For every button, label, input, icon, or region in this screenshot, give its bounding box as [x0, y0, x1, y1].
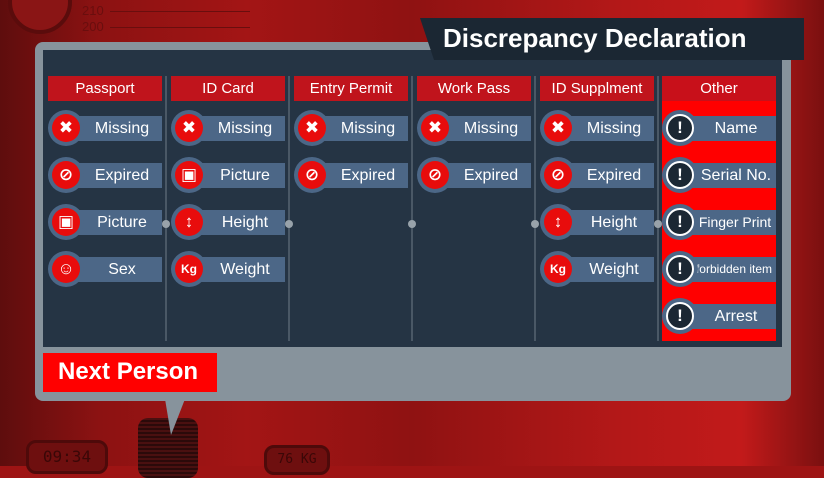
exclamation-icon: !	[662, 204, 698, 240]
prohibited-icon: ⊘	[48, 157, 84, 193]
declare-expired-button[interactable]: Expired ⊘	[540, 157, 654, 193]
portrait-icon: ▣	[171, 157, 207, 193]
column-header: Passport	[48, 76, 162, 101]
next-person-button[interactable]: Next Person	[43, 353, 217, 392]
x-icon: ✖	[294, 110, 330, 146]
declare-picture-button[interactable]: Picture ▣	[171, 157, 285, 193]
column-header: ID Supplment	[540, 76, 654, 101]
declare-picture-button[interactable]: Picture ▣	[48, 204, 162, 240]
declare-height-button[interactable]: Height ↕	[540, 204, 654, 240]
discrepancy-grid: Passport Missing ✖ Expired ⊘ Picture ▣ Sex ☺ ID C…	[43, 50, 782, 347]
divider-knob	[531, 220, 539, 228]
weight-icon: Kg	[171, 251, 207, 287]
column-header: Entry Permit	[294, 76, 408, 101]
x-icon: ✖	[171, 110, 207, 146]
column-work-pass: Work Pass Missing ✖ Expired ⊘	[417, 76, 531, 341]
declare-finger-print-button[interactable]: Finger Print!	[662, 204, 776, 240]
column-header: Other	[662, 76, 776, 101]
declare-missing-button[interactable]: Missing ✖	[48, 110, 162, 146]
declaration-panel: Passport Missing ✖ Expired ⊘ Picture ▣ Sex ☺ ID C…	[35, 42, 791, 401]
divider-knob	[654, 220, 662, 228]
declare-missing-button[interactable]: Missing ✖	[294, 110, 408, 146]
exclamation-icon: !	[662, 157, 698, 193]
x-icon: ✖	[48, 110, 84, 146]
weight-icon: Kg	[540, 251, 576, 287]
column-divider	[408, 76, 416, 341]
declare-arrest-button[interactable]: Arrest!	[662, 298, 776, 334]
prohibited-icon: ⊘	[417, 157, 453, 193]
declare-missing-button[interactable]: Missing ✖	[540, 110, 654, 146]
declare-expired-button[interactable]: Expired ⊘	[294, 157, 408, 193]
column-divider	[654, 76, 662, 341]
portrait-icon: ▣	[48, 204, 84, 240]
declare-weight-button[interactable]: Weight Kg	[540, 251, 654, 287]
column-divider	[531, 76, 539, 341]
exclamation-icon: !	[662, 298, 698, 334]
declare-missing-button[interactable]: Missing ✖	[171, 110, 285, 146]
declare-height-button[interactable]: Height ↕	[171, 204, 285, 240]
speech-tail	[165, 399, 185, 435]
column-header: ID Card	[171, 76, 285, 101]
person-icon: ☺	[48, 251, 84, 287]
panel-title: Discrepancy Declaration	[420, 18, 804, 60]
divider-knob	[162, 220, 170, 228]
column-entry-permit: Entry Permit Missing ✖ Expired ⊘	[294, 76, 408, 341]
declare-expired-button[interactable]: Expired ⊘	[48, 157, 162, 193]
height-ruler-mark: 210	[82, 3, 250, 18]
column-id-card: ID Card Missing ✖ Picture ▣ Height ↕ Weight Kg	[171, 76, 285, 341]
column-other: Other Name! Serial No.! Finger Print! forbid…	[662, 76, 776, 341]
declare-expired-button[interactable]: Expired ⊘	[417, 157, 531, 193]
clock-display: 09:34	[26, 440, 108, 474]
scale-display: 76 KG	[264, 445, 330, 475]
column-header: Work Pass	[417, 76, 531, 101]
divider-knob	[408, 220, 416, 228]
exclamation-icon: !	[662, 110, 698, 146]
column-id-supplment: ID Supplment Missing ✖ Expired ⊘ Height ↕ Weigh…	[540, 76, 654, 341]
x-icon: ✖	[417, 110, 453, 146]
prohibited-icon: ⊘	[294, 157, 330, 193]
exclamation-icon: !	[662, 251, 698, 287]
column-divider	[162, 76, 170, 341]
declare-serial-no--button[interactable]: Serial No.!	[662, 157, 776, 193]
declare-forbidden-item-button[interactable]: forbidden item!	[662, 251, 776, 287]
declare-sex-button[interactable]: Sex ☺	[48, 251, 162, 287]
x-icon: ✖	[540, 110, 576, 146]
declare-name-button[interactable]: Name!	[662, 110, 776, 146]
prohibited-icon: ⊘	[540, 157, 576, 193]
declare-missing-button[interactable]: Missing ✖	[417, 110, 531, 146]
height-icon: ↕	[171, 204, 207, 240]
column-divider	[285, 76, 293, 341]
divider-knob	[285, 220, 293, 228]
height-ruler-mark: 200	[82, 19, 250, 34]
height-icon: ↕	[540, 204, 576, 240]
declare-weight-button[interactable]: Weight Kg	[171, 251, 285, 287]
column-passport: Passport Missing ✖ Expired ⊘ Picture ▣ Sex ☺	[48, 76, 162, 341]
